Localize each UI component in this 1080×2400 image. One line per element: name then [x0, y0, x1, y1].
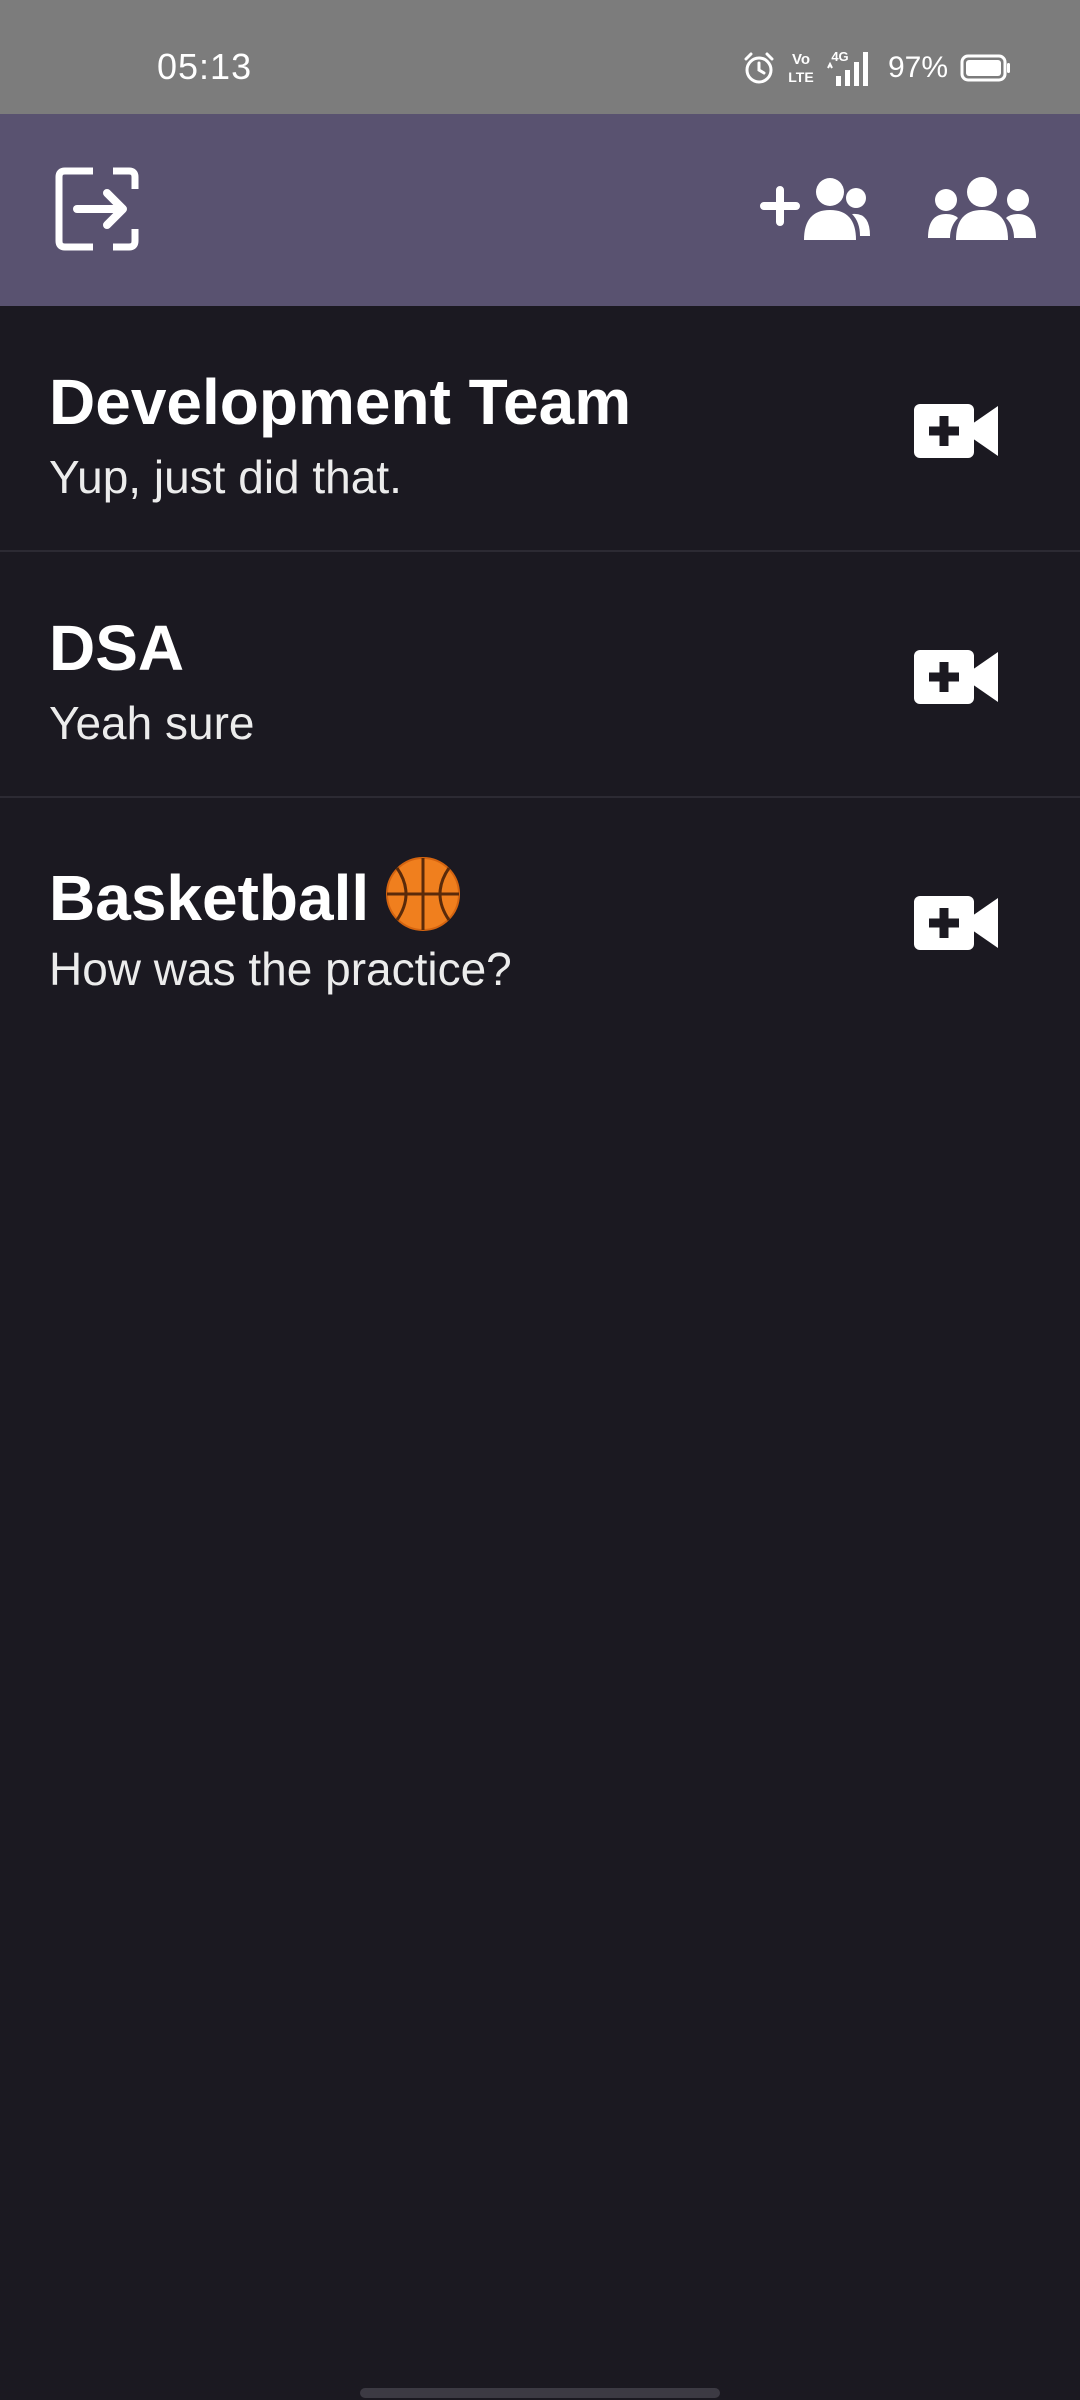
battery-percent: 97% — [887, 51, 948, 84]
chat-title: DSA — [49, 612, 185, 684]
volte-icon: Vo LTE — [788, 49, 814, 87]
signal-icon: 4G — [826, 48, 876, 88]
status-time: 05:13 — [157, 46, 253, 87]
chat-title: Development Team — [49, 366, 632, 438]
status-icons: Vo LTE 4G 97% — [742, 46, 1012, 90]
chat-last-message: How was the practice? — [49, 943, 512, 995]
chat-last-message: Yeah sure — [49, 697, 255, 749]
svg-text:LTE: LTE — [788, 69, 813, 85]
video-add-icon — [914, 404, 1000, 464]
alarm-icon — [742, 51, 776, 85]
logout-button[interactable] — [52, 166, 142, 256]
status-bar: 05:13 Vo LTE 4G 97% — [0, 0, 1080, 114]
video-add-icon — [914, 650, 1000, 710]
svg-text:Vo: Vo — [792, 51, 810, 68]
add-group-button[interactable] — [756, 166, 876, 256]
chat-item-dsa[interactable]: DSA Yeah sure — [0, 552, 1080, 798]
chat-list: Development Team Yup, just did that. DSA… — [0, 306, 1080, 1044]
groups-button[interactable] — [922, 166, 1042, 256]
video-add-icon — [914, 896, 1000, 956]
add-group-icon — [760, 176, 872, 247]
svg-text:4G: 4G — [831, 49, 848, 64]
logout-icon — [55, 167, 139, 256]
chat-item-development-team[interactable]: Development Team Yup, just did that. — [0, 306, 1080, 552]
basketball-icon — [385, 856, 461, 948]
chat-title: Basketball — [49, 856, 461, 948]
video-call-button[interactable] — [914, 894, 1000, 952]
groups-icon — [926, 176, 1038, 247]
battery-icon — [960, 53, 1012, 83]
chat-item-basketball[interactable]: Basketball How was the practice? — [0, 798, 1080, 1044]
chat-last-message: Yup, just did that. — [49, 451, 402, 503]
home-indicator[interactable] — [360, 2388, 720, 2398]
video-call-button[interactable] — [914, 402, 1000, 460]
video-call-button[interactable] — [914, 648, 1000, 706]
app-bar — [0, 114, 1080, 306]
